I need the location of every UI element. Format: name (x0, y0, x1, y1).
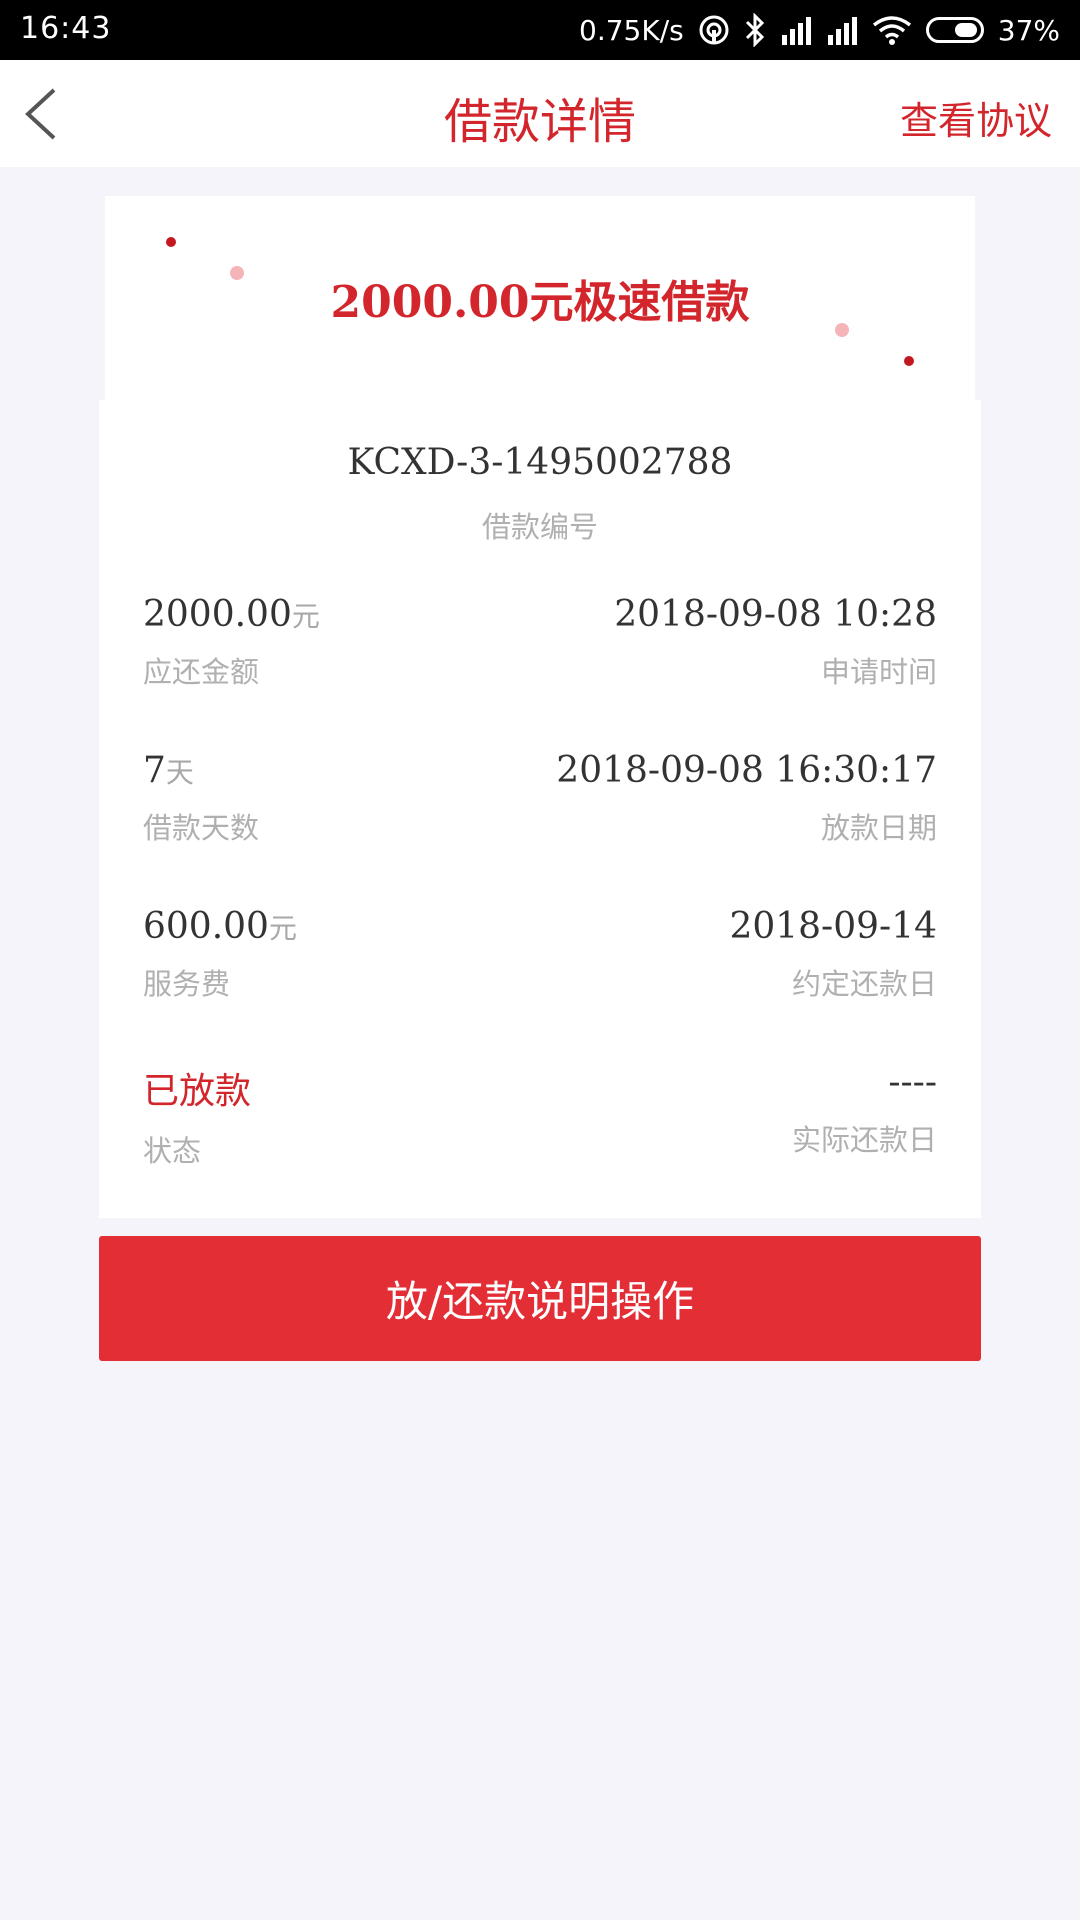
service-fee-label: 服务费 (143, 967, 231, 1001)
amount-due-unit: 元 (291, 600, 320, 633)
status-label: 状态 (143, 1134, 202, 1168)
due-date-value: 2018-09-14 (729, 906, 937, 947)
loan-details-card: KCXD-3-1495002788 借款编号 2000.00元 应还金额 201… (99, 400, 981, 1218)
disburse-date: 2018-09-08 16:30:17 放款日期 (556, 750, 937, 847)
decorative-dot (166, 237, 176, 247)
amount-due-value: 2000.00 (143, 594, 292, 635)
loan-status: 已放款 状态 (143, 1062, 251, 1170)
loan-days-label: 借款天数 (143, 811, 260, 845)
apply-time: 2018-09-08 10:28 申请时间 (614, 594, 937, 691)
amount-due-label: 应还金额 (143, 655, 260, 689)
service-fee-value: 600.00 (143, 906, 269, 947)
due-date-label: 约定还款日 (791, 967, 937, 1001)
signal-icon (826, 15, 858, 45)
loan-number: KCXD-3-1495002788 (347, 442, 733, 483)
actual-repay-date: ---- 实际还款日 (792, 1062, 937, 1159)
network-speed: 0.75K/s (579, 13, 684, 47)
disburse-date-value: 2018-09-08 16:30:17 (556, 750, 937, 791)
loan-days: 7天 借款天数 (143, 750, 259, 847)
wifi-icon (872, 15, 912, 45)
banner-title: 2000.00元极速借款 (330, 277, 750, 328)
disburse-date-label: 放款日期 (820, 811, 937, 845)
status-bar: 16:43 0.75K/s 37% (0, 0, 1080, 60)
signal-icon (780, 15, 812, 45)
apply-time-label: 申请时间 (820, 655, 937, 689)
actual-repay-date-value: ---- (888, 1062, 937, 1103)
repayment-instructions-button[interactable]: 放/还款说明操作 (99, 1236, 981, 1361)
battery-percent: 37% (997, 13, 1060, 47)
loan-days-unit: 天 (165, 756, 194, 789)
battery-icon (925, 17, 984, 43)
decorative-dot (904, 356, 914, 366)
view-agreement-link[interactable]: 查看协议 (900, 90, 1052, 145)
due-date: 2018-09-14 约定还款日 (729, 906, 937, 1003)
apply-time-value: 2018-09-08 10:28 (614, 594, 937, 635)
loan-number-label: 借款编号 (481, 510, 598, 544)
service-fee-unit: 元 (268, 912, 297, 945)
actual-repay-date-label: 实际还款日 (791, 1123, 937, 1157)
service-fee: 600.00元 服务费 (143, 906, 297, 1003)
navigation-bar: 借款详情 查看协议 (0, 60, 1080, 167)
hotspot-icon (698, 14, 730, 46)
loan-banner: 2000.00元极速借款 (105, 196, 975, 400)
status-icons: 0.75K/s 37% (579, 0, 1060, 60)
status-badge: 已放款 (143, 1071, 252, 1112)
status-time: 16:43 (20, 11, 112, 46)
loan-days-value: 7 (143, 750, 166, 791)
amount-due: 2000.00元 应还金额 (143, 594, 320, 691)
bluetooth-icon (744, 13, 766, 47)
